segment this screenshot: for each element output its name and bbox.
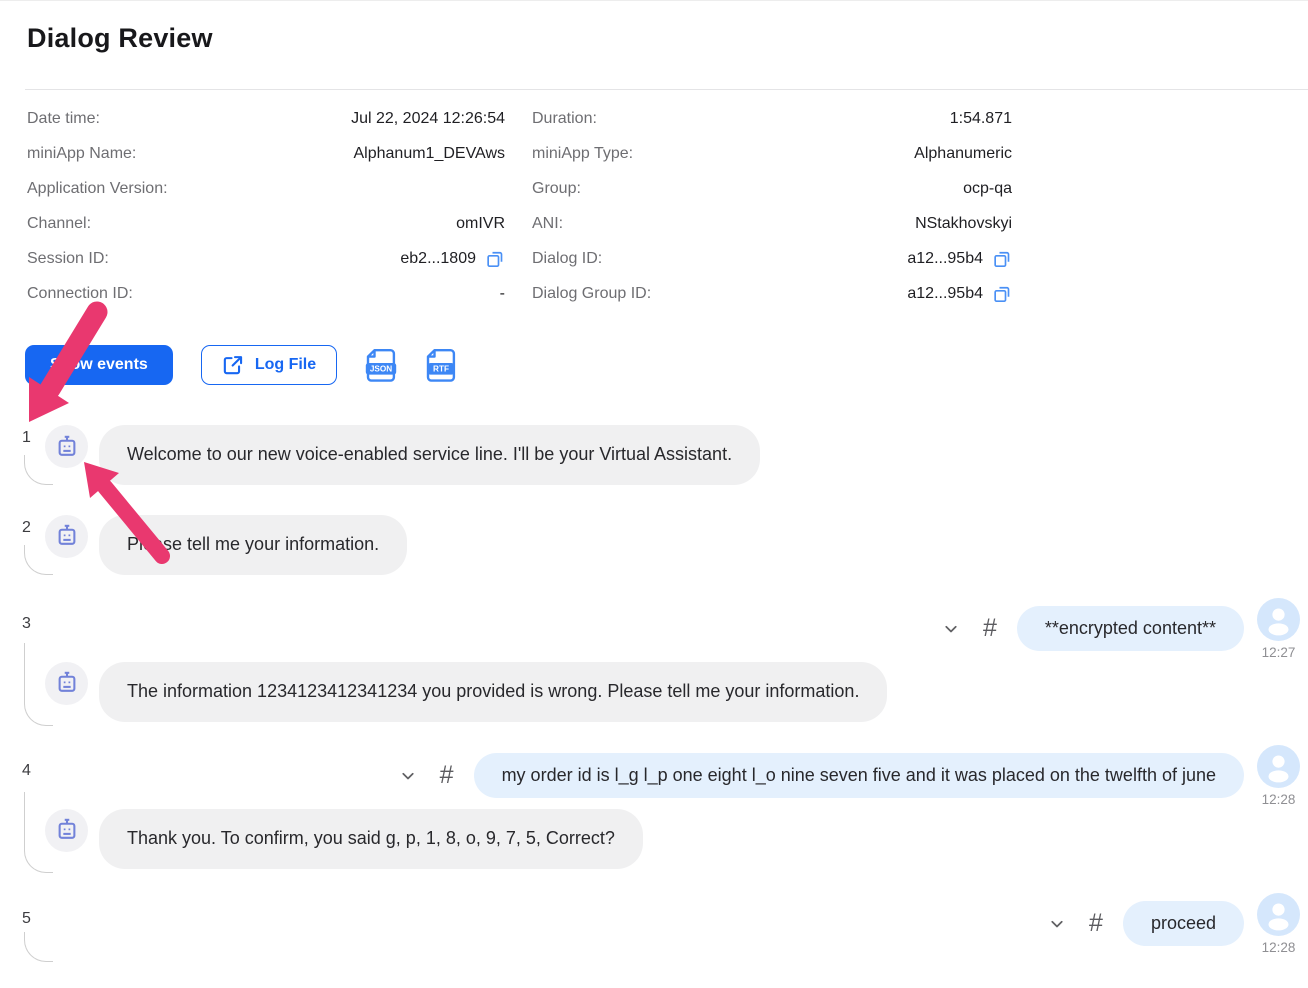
meta-value: a12...95b4 — [907, 285, 983, 303]
meta-row-miniapp-type: miniApp Type: Alphanumeric — [532, 136, 1012, 171]
meta-label: miniApp Name: — [27, 145, 136, 163]
meta-value: Alphanumeric — [914, 145, 1012, 163]
meta-label: miniApp Type: — [532, 145, 633, 163]
meta-value: ocp-qa — [963, 180, 1012, 198]
meta-row-connection-id: Connection ID: - — [27, 276, 505, 311]
meta-row-application-version: Application Version: — [27, 171, 505, 206]
robot-icon — [54, 523, 80, 549]
meta-value: - — [500, 285, 505, 303]
meta-value: 1:54.871 — [950, 110, 1012, 128]
meta-value: omIVR — [456, 215, 505, 233]
export-json-button[interactable]: JSON — [365, 348, 397, 383]
dialog-review-page: Dialog Review Date time: Jul 22, 2024 12… — [0, 0, 1308, 988]
user-message-bubble: my order id is l_g l_p one eight l_o nin… — [474, 753, 1244, 798]
robot-icon — [54, 817, 80, 843]
thread-connector — [24, 932, 53, 962]
user-message-bubble: proceed — [1123, 901, 1244, 946]
robot-icon — [54, 670, 80, 696]
copy-icon[interactable] — [992, 249, 1012, 269]
hash-icon[interactable]: # — [1089, 909, 1103, 938]
json-file-icon: JSON — [365, 348, 397, 383]
page-title: Dialog Review — [27, 23, 213, 54]
bot-message-bubble: Thank you. To confirm, you said g, p, 1,… — [99, 809, 643, 869]
log-file-button[interactable]: Log File — [201, 345, 337, 385]
meta-row-dialog-id: Dialog ID: a12...95b4 — [532, 241, 1012, 276]
meta-label: Channel: — [27, 215, 91, 233]
meta-value: Jul 22, 2024 12:26:54 — [351, 110, 505, 128]
meta-row-ani: ANI: NStakhovskyi — [532, 206, 1012, 241]
dialog-turn: 3 # **encrypted content** 12:27 The info… — [0, 598, 1308, 722]
turn-number: 5 — [22, 910, 31, 928]
log-file-label: Log File — [255, 356, 316, 374]
bot-message-bubble: Please tell me your information. — [99, 515, 407, 575]
hash-icon[interactable]: # — [440, 761, 454, 790]
meta-label: ANI: — [532, 215, 563, 233]
rtf-file-icon: RTF — [425, 348, 457, 383]
thread-connector — [24, 792, 53, 873]
meta-value: Alphanum1_DEVAws — [354, 145, 506, 163]
meta-label: Dialog Group ID: — [532, 285, 651, 303]
meta-label: Duration: — [532, 110, 597, 128]
svg-text:JSON: JSON — [370, 364, 392, 373]
dialog-turn: 1 Welcome to our new voice-enabled servi… — [0, 425, 1308, 485]
meta-row-duration: Duration: 1:54.871 — [532, 101, 1012, 136]
user-avatar — [1257, 598, 1300, 641]
message-timestamp: 12:27 — [1262, 645, 1296, 660]
hash-icon[interactable]: # — [983, 614, 997, 643]
user-message-bubble: **encrypted content** — [1017, 606, 1244, 651]
header-divider — [25, 89, 1308, 90]
meta-row-group: Group: ocp-qa — [532, 171, 1012, 206]
meta-label: Date time: — [27, 110, 100, 128]
export-rtf-button[interactable]: RTF — [425, 348, 457, 383]
copy-icon[interactable] — [992, 284, 1012, 304]
meta-label: Group: — [532, 180, 581, 198]
meta-row-channel: Channel: omIVR — [27, 206, 505, 241]
meta-label: Connection ID: — [27, 285, 133, 303]
meta-value: a12...95b4 — [907, 250, 983, 268]
meta-row-miniapp-name: miniApp Name: Alphanum1_DEVAws — [27, 136, 505, 171]
meta-row-session-id: Session ID: eb2...1809 — [27, 241, 505, 276]
bot-message-bubble: Welcome to our new voice-enabled service… — [99, 425, 760, 485]
message-timestamp: 12:28 — [1262, 940, 1296, 955]
dialog-turn: 5 # proceed 12:28 — [0, 893, 1308, 955]
external-link-icon — [222, 354, 244, 376]
conversation-list: 1 Welcome to our new voice-enabled servi… — [0, 425, 1308, 955]
show-events-button[interactable]: Show events — [25, 345, 173, 385]
chevron-down-icon[interactable] — [1047, 914, 1067, 934]
copy-icon[interactable] — [485, 249, 505, 269]
meta-label: Application Version: — [27, 180, 168, 198]
meta-row-dialog-group-id: Dialog Group ID: a12...95b4 — [532, 276, 1012, 311]
bot-message-bubble: The information 1234123412341234 you pro… — [99, 662, 887, 722]
svg-text:RTF: RTF — [433, 364, 449, 373]
meta-label: Session ID: — [27, 250, 109, 268]
turn-number: 1 — [22, 429, 31, 447]
chevron-down-icon[interactable] — [941, 619, 961, 639]
turn-number: 2 — [22, 519, 31, 537]
dialog-metadata: Date time: Jul 22, 2024 12:26:54 miniApp… — [27, 101, 1012, 311]
message-timestamp: 12:28 — [1262, 792, 1296, 807]
turn-number: 3 — [22, 615, 31, 633]
meta-row-date-time: Date time: Jul 22, 2024 12:26:54 — [27, 101, 505, 136]
user-avatar — [1257, 745, 1300, 788]
meta-value: eb2...1809 — [400, 250, 476, 268]
meta-label: Dialog ID: — [532, 250, 602, 268]
dialog-turn: 4 # my order id is l_g l_p one eight l_o… — [0, 745, 1308, 869]
turn-number: 4 — [22, 762, 31, 780]
robot-icon — [54, 434, 80, 460]
chevron-down-icon[interactable] — [398, 766, 418, 786]
user-avatar — [1257, 893, 1300, 936]
thread-connector — [24, 643, 53, 726]
dialog-turn: 2 Please tell me your information. — [0, 515, 1308, 575]
meta-value: NStakhovskyi — [915, 215, 1012, 233]
toolbar: Show events Log File JSON RTF — [25, 345, 457, 385]
